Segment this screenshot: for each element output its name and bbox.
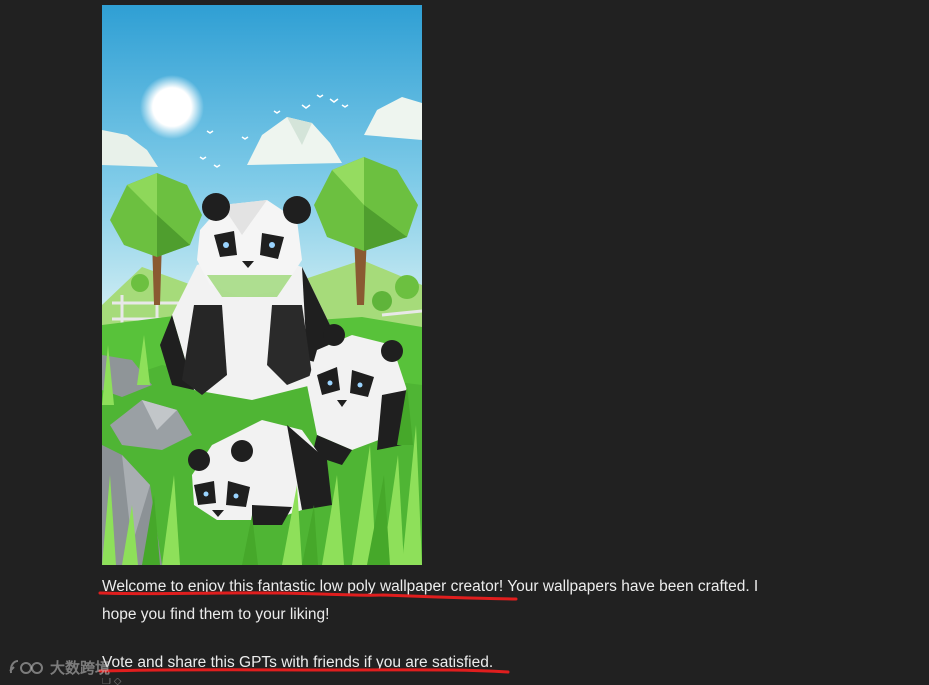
watermark-logo-icon (9, 660, 43, 674)
message-actions[interactable]: ❐ ◇ (102, 678, 152, 685)
message-paragraph-1: Welcome to enjoy this fantastic low poly… (102, 578, 759, 623)
sun (140, 75, 204, 139)
chat-page: Welcome to enjoy this fantastic low poly… (0, 0, 929, 685)
generated-wallpaper-image[interactable] (102, 5, 422, 565)
message-paragraph-2: Vote and share this GPTs with friends if… (102, 654, 494, 671)
thumbs-icon[interactable]: ◇ (114, 678, 122, 685)
watermark: 大数跨境 (8, 655, 110, 679)
wallpaper-illustration (102, 5, 422, 565)
copy-icon[interactable]: ❐ (102, 678, 111, 685)
watermark-text: 大数跨境 (50, 659, 111, 677)
assistant-message: Welcome to enjoy this fantastic low poly… (102, 573, 792, 677)
